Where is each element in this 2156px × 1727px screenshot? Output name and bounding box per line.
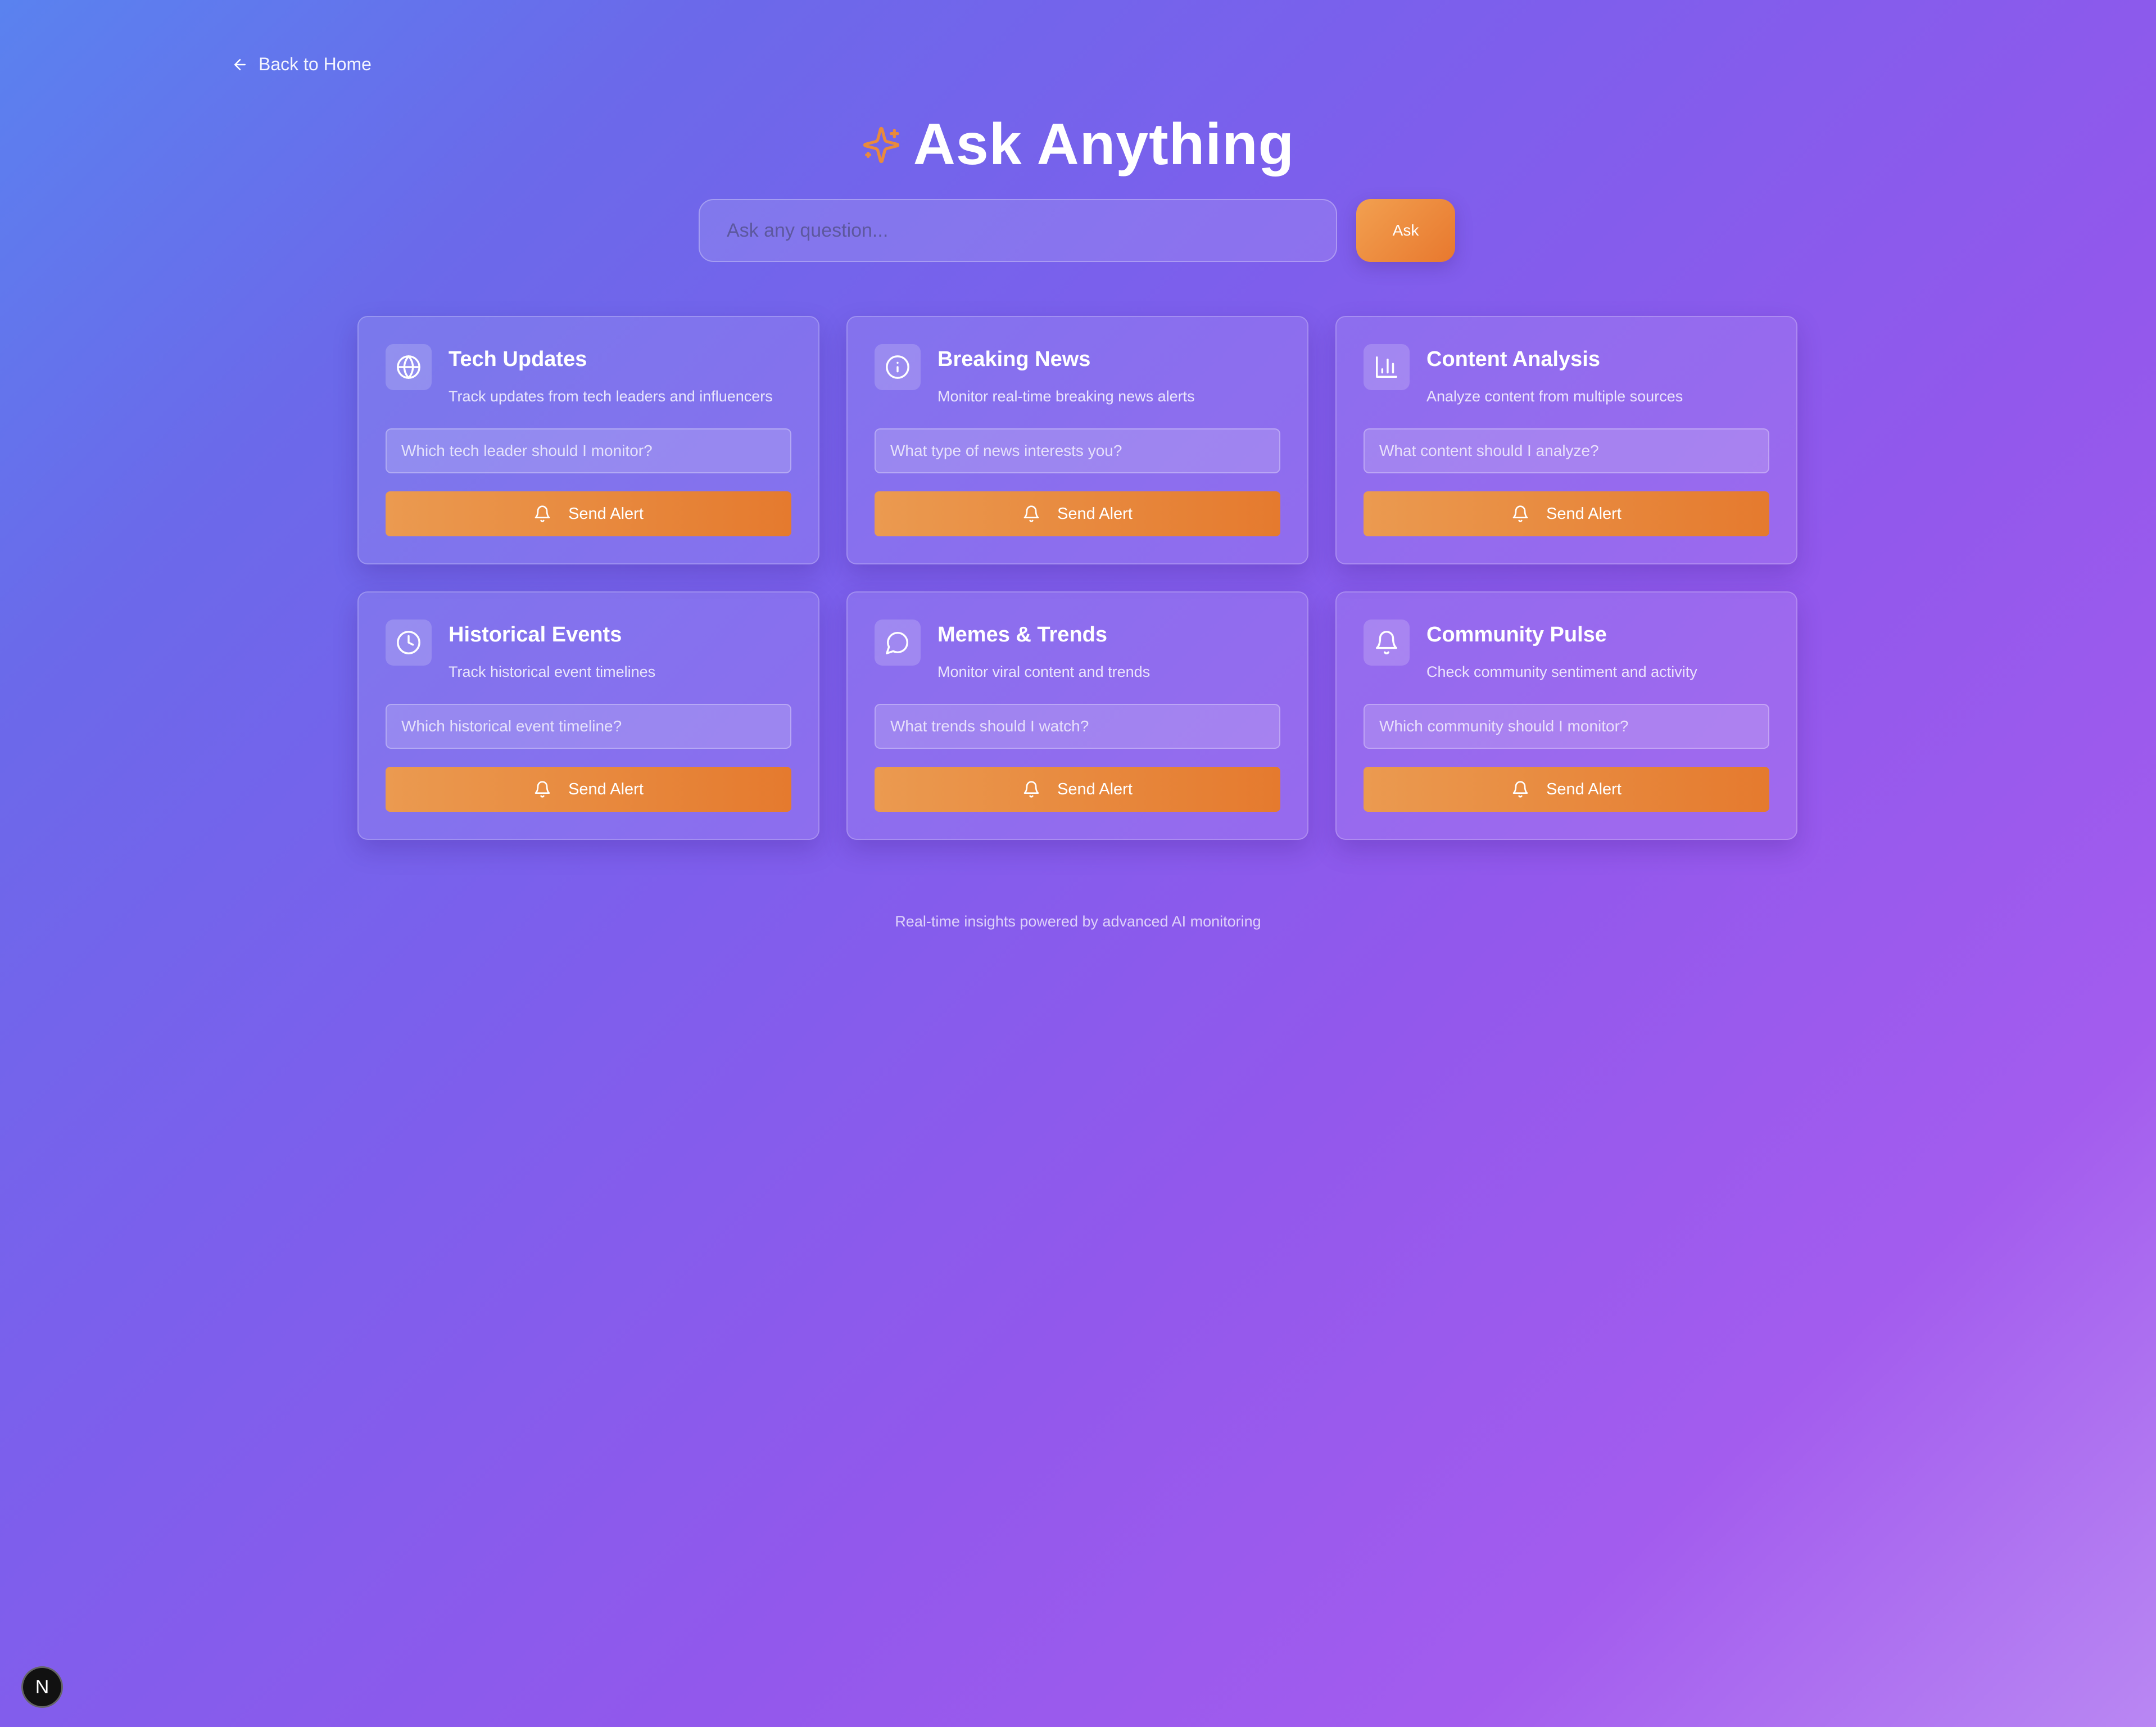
send-alert-label: Send Alert bbox=[1546, 504, 1621, 523]
dev-tools-badge[interactable]: N bbox=[21, 1666, 63, 1708]
card-query-input[interactable] bbox=[386, 704, 791, 749]
send-alert-button[interactable]: Send Alert bbox=[875, 767, 1280, 812]
card-historical-events: Historical Events Track historical event… bbox=[357, 591, 819, 840]
card-query-input[interactable] bbox=[1364, 428, 1769, 473]
send-alert-label: Send Alert bbox=[568, 780, 644, 798]
card-content-analysis: Content Analysis Analyze content from mu… bbox=[1335, 316, 1797, 564]
alert-card-grid: Tech Updates Track updates from tech lea… bbox=[357, 316, 1797, 840]
send-alert-button[interactable]: Send Alert bbox=[875, 491, 1280, 536]
card-query-input[interactable] bbox=[875, 428, 1280, 473]
globe-icon bbox=[397, 355, 420, 379]
card-tech-updates: Tech Updates Track updates from tech lea… bbox=[357, 316, 819, 564]
page: Back to Home Ask Anything Ask Tech Updat… bbox=[0, 0, 2156, 1727]
ask-question-input[interactable] bbox=[699, 199, 1337, 262]
card-breaking-news: Breaking News Monitor real-time breaking… bbox=[846, 316, 1308, 564]
bell-icon bbox=[535, 505, 550, 522]
footer-tagline: Real-time insights powered by advanced A… bbox=[895, 913, 1261, 930]
card-description: Monitor viral content and trends bbox=[937, 663, 1151, 680]
card-query-input[interactable] bbox=[386, 428, 791, 473]
card-title: Community Pulse bbox=[1426, 623, 1607, 647]
card-community-pulse: Community Pulse Check community sentimen… bbox=[1335, 591, 1797, 840]
arrow-left-icon bbox=[234, 58, 246, 70]
send-alert-label: Send Alert bbox=[568, 504, 644, 523]
back-to-home-label: Back to Home bbox=[259, 54, 372, 74]
card-title: Breaking News bbox=[937, 347, 1091, 371]
card-icon-container bbox=[386, 620, 432, 666]
bell-icon bbox=[1376, 631, 1397, 654]
page-header: Ask Anything bbox=[0, 111, 2156, 178]
ask-bar: Ask bbox=[699, 199, 1455, 262]
back-to-home-link[interactable]: Back to Home bbox=[232, 54, 372, 75]
bell-icon bbox=[1512, 781, 1528, 798]
message-circle-icon bbox=[886, 632, 908, 654]
card-title: Historical Events bbox=[449, 623, 622, 647]
card-icon-container bbox=[386, 344, 432, 390]
bell-icon bbox=[1023, 781, 1039, 798]
ask-button[interactable]: Ask bbox=[1356, 199, 1455, 262]
card-icon-container bbox=[875, 620, 921, 666]
card-icon-container bbox=[875, 344, 921, 390]
bell-icon bbox=[535, 781, 550, 798]
card-title: Tech Updates bbox=[449, 347, 587, 371]
sparkles-icon bbox=[863, 126, 899, 163]
card-icon-container bbox=[1364, 620, 1410, 666]
card-description: Check community sentiment and activity bbox=[1426, 663, 1697, 680]
card-title: Content Analysis bbox=[1426, 347, 1600, 371]
send-alert-button[interactable]: Send Alert bbox=[386, 767, 791, 812]
card-query-input[interactable] bbox=[1364, 704, 1769, 749]
card-description: Monitor real-time breaking news alerts bbox=[937, 388, 1195, 405]
bar-chart-icon bbox=[1376, 356, 1397, 378]
card-description: Analyze content from multiple sources bbox=[1426, 388, 1683, 405]
bell-icon bbox=[1023, 505, 1039, 522]
card-icon-container bbox=[1364, 344, 1410, 390]
send-alert-label: Send Alert bbox=[1546, 780, 1621, 798]
clock-icon bbox=[397, 631, 420, 654]
card-memes-trends: Memes & Trends Monitor viral content and… bbox=[846, 591, 1308, 840]
page-title: Ask Anything bbox=[913, 112, 1295, 177]
send-alert-label: Send Alert bbox=[1057, 780, 1133, 798]
info-icon bbox=[886, 355, 909, 379]
card-title: Memes & Trends bbox=[937, 623, 1107, 647]
card-description: Track updates from tech leaders and infl… bbox=[449, 388, 773, 405]
send-alert-label: Send Alert bbox=[1057, 504, 1133, 523]
send-alert-button[interactable]: Send Alert bbox=[1364, 491, 1769, 536]
card-description: Track historical event timelines bbox=[449, 663, 656, 680]
send-alert-button[interactable]: Send Alert bbox=[386, 491, 791, 536]
send-alert-button[interactable]: Send Alert bbox=[1364, 767, 1769, 812]
bell-icon bbox=[1512, 505, 1528, 522]
card-query-input[interactable] bbox=[875, 704, 1280, 749]
